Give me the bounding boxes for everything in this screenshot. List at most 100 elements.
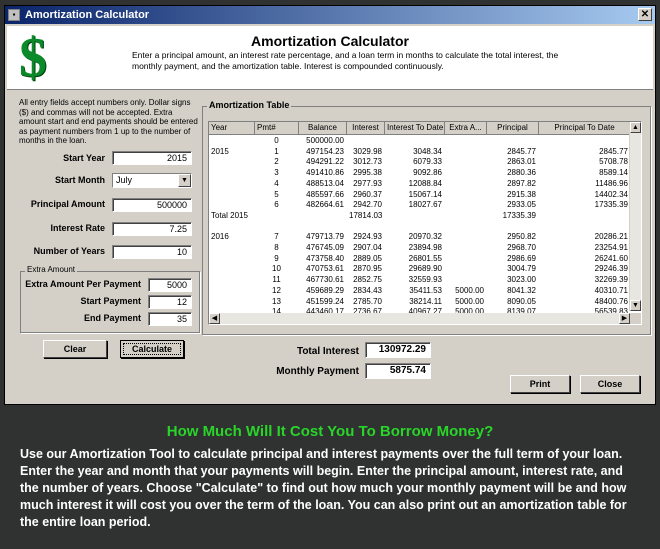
table-cell: 32269.39 xyxy=(594,275,628,285)
table-cell: 0 xyxy=(274,136,279,145)
table-cell: 12088.84 xyxy=(408,178,442,188)
table-cell: 3048.34 xyxy=(413,146,442,156)
table-cell: 470753.61 xyxy=(306,264,344,274)
principal-input[interactable]: 500000 xyxy=(112,198,192,212)
column-header[interactable]: Interest To Date xyxy=(385,122,445,135)
table-cell: 2863.01 xyxy=(507,157,536,167)
column-header[interactable]: Balance xyxy=(299,122,347,135)
app-icon: ▪ xyxy=(8,9,20,21)
years-label: Number of Years xyxy=(33,246,105,256)
table-cell: 2016 xyxy=(211,232,229,242)
interest-rate-label: Interest Rate xyxy=(50,223,105,233)
column-header[interactable]: Year xyxy=(209,122,255,135)
table-cell: 13 xyxy=(272,296,281,306)
extra-amount-input[interactable]: 5000 xyxy=(148,278,192,292)
title-bar[interactable]: ▪ Amortization Calculator ✕ xyxy=(5,6,655,24)
table-cell: 6 xyxy=(274,200,279,210)
table-cell: 11 xyxy=(272,275,281,285)
amortization-table-group: Amortization Table Year Pmt# Balance Intere… xyxy=(202,100,651,335)
scroll-right-icon[interactable]: ▶ xyxy=(619,313,630,324)
table-cell: 459689.29 xyxy=(306,285,344,295)
table-cell: 491410.86 xyxy=(306,168,344,178)
table-cell: 3004.79 xyxy=(507,264,536,274)
horizontal-scrollbar[interactable]: ◀ ▶ xyxy=(209,313,630,324)
interest-rate-input[interactable]: 7.25 xyxy=(112,222,192,236)
table-cell: 451599.24 xyxy=(306,296,344,306)
years-input[interactable]: 10 xyxy=(112,245,192,259)
table-cell: 488513.04 xyxy=(306,178,344,188)
start-year-input[interactable]: 2015 xyxy=(112,151,192,165)
table-cell: 17814.03 xyxy=(349,210,383,220)
table-cell: 2 xyxy=(274,157,279,167)
table-cell: 48400.76 xyxy=(594,296,628,306)
scroll-down-icon[interactable]: ▼ xyxy=(630,300,641,311)
table-cell: 2015 xyxy=(211,146,229,156)
table-cell: 18027.67 xyxy=(408,200,442,210)
table-cell: 497154.23 xyxy=(306,146,344,156)
column-header[interactable]: Interest xyxy=(347,122,385,135)
monthly-payment-value: 5875.74 xyxy=(365,363,431,379)
table-cell: 23894.98 xyxy=(408,243,442,252)
scroll-up-icon[interactable]: ▲ xyxy=(630,122,641,133)
start-month-value: July xyxy=(116,175,133,185)
amortization-grid[interactable]: Year Pmt# Balance Interest Interest To Date E… xyxy=(208,121,642,325)
extra-end-input[interactable]: 35 xyxy=(148,312,192,326)
column-header[interactable]: Extra A... xyxy=(445,122,487,135)
calculate-button[interactable]: Calculate xyxy=(120,340,184,358)
table-cell: 2933.05 xyxy=(507,200,536,210)
table-cell: 20286.21 xyxy=(594,232,628,242)
header-panel: $ Amortization Calculator Enter a princi… xyxy=(7,26,653,90)
table-cell: 17335.39 xyxy=(594,200,628,210)
start-month-select[interactable]: July ▼ xyxy=(112,173,192,188)
table-cell: 473758.40 xyxy=(306,253,344,263)
table-cell: 5 xyxy=(274,189,279,199)
table-cell: 2907.04 xyxy=(353,243,382,252)
table-cell: 494291.22 xyxy=(306,157,344,167)
table-cell: 32559.93 xyxy=(408,275,442,285)
table-cell: 8041.32 xyxy=(507,285,536,295)
column-header[interactable]: Principal To Date xyxy=(539,122,631,135)
extra-end-label: End Payment xyxy=(83,313,141,323)
column-header[interactable]: Pmt# xyxy=(255,122,299,135)
clear-button[interactable]: Clear xyxy=(43,340,107,358)
table-cell: 2950.82 xyxy=(507,232,536,242)
window-title: Amortization Calculator xyxy=(25,9,150,21)
table-cell: 15067.14 xyxy=(408,189,442,199)
app-window: ▪ Amortization Calculator ✕ $ Amortizati… xyxy=(4,5,656,405)
promo-title: How Much Will It Cost You To Borrow Mone… xyxy=(166,423,494,440)
table-cell: 14402.34 xyxy=(594,189,628,199)
print-button[interactable]: Print xyxy=(510,375,570,393)
table-cell: 23254.91 xyxy=(594,243,628,252)
close-window-button[interactable]: ✕ xyxy=(638,8,652,21)
column-header[interactable]: Principal xyxy=(487,122,539,135)
table-cell: 5000.00 xyxy=(455,285,484,295)
table-cell: 500000.00 xyxy=(306,136,344,145)
extra-amount-caption: Extra Amount xyxy=(25,265,78,274)
table-cell: 38214.11 xyxy=(409,296,442,306)
entry-note: All entry fields accept numbers only. Do… xyxy=(19,98,198,145)
table-cell: 2968.70 xyxy=(507,243,536,252)
table-cell: 3 xyxy=(274,168,279,178)
total-interest-label: Total Interest xyxy=(296,346,359,357)
chevron-down-icon[interactable]: ▼ xyxy=(178,174,191,187)
table-cell: 2915.38 xyxy=(507,189,536,199)
table-cell: 2986.69 xyxy=(507,253,536,263)
table-cell: 3029.98 xyxy=(353,146,382,156)
table-cell: 2942.70 xyxy=(353,200,382,210)
close-button[interactable]: Close xyxy=(580,375,640,393)
table-cell: 11486.96 xyxy=(595,178,628,188)
promo-text: Use our Amortization Tool to calculate p… xyxy=(20,447,627,529)
vertical-scrollbar[interactable]: ▲ ▼ xyxy=(629,122,641,311)
table-cell: 2977.93 xyxy=(353,178,382,188)
start-month-label: Start Month xyxy=(55,175,105,185)
extra-start-input[interactable]: 12 xyxy=(148,295,192,309)
scroll-left-icon[interactable]: ◀ xyxy=(209,313,220,324)
table-cell: 2880.36 xyxy=(507,168,536,178)
table-cell: 17335.39 xyxy=(502,210,536,220)
amortization-table-caption: Amortization Table xyxy=(207,100,292,110)
table-cell: 2785.70 xyxy=(353,296,382,306)
table-cell: 29246.39 xyxy=(594,264,628,274)
table-cell: 479713.79 xyxy=(306,232,344,242)
table-cell: 7 xyxy=(274,232,279,242)
table-cell: 2870.95 xyxy=(353,264,382,274)
